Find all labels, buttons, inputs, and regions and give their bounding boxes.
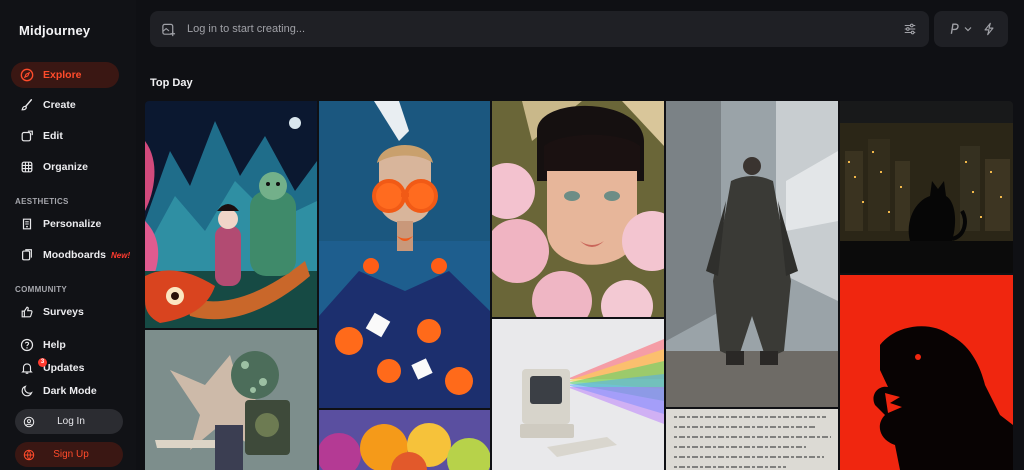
nav-label-edit: Edit (43, 130, 63, 142)
nav-label-surveys: Surveys (43, 306, 84, 318)
moon-icon (21, 385, 33, 397)
page-title: Top Day (150, 77, 193, 89)
nav-label-moodboards: Moodboards (43, 249, 106, 261)
user-icon (23, 416, 35, 427)
nav-label-updates: Updates (43, 362, 85, 374)
nav-item-dark-mode[interactable]: Dark Mode (11, 378, 119, 404)
updates-icon-wrap: 3 (20, 358, 47, 375)
sidebar: Midjourney Explore Create Edit Organize … (0, 0, 136, 470)
edit-image-icon (21, 130, 33, 142)
gallery-image-retro-computer[interactable] (492, 319, 664, 470)
add-image-icon[interactable] (161, 22, 176, 37)
red-beast-image (840, 275, 1013, 470)
prompt-bar (150, 11, 929, 47)
grid-icon (21, 161, 33, 173)
retro-computer-image (492, 319, 664, 470)
personalize-p-icon[interactable] (947, 22, 961, 36)
help-icon (20, 338, 34, 352)
updates-count-badge: 3 (38, 358, 47, 367)
nav-label-personalize: Personalize (43, 218, 102, 230)
handwritten-paper-image (666, 409, 838, 470)
palette-icon (22, 218, 32, 230)
nav-item-surveys[interactable]: Surveys (11, 299, 119, 325)
brush-icon (21, 99, 33, 111)
nav-item-explore[interactable]: Explore (11, 62, 119, 88)
nav-label-explore: Explore (43, 69, 82, 81)
nav-item-create[interactable]: Create (11, 92, 119, 118)
nav-item-personalize[interactable]: Personalize (11, 211, 119, 237)
image-gallery (145, 101, 1013, 470)
gallery-image-cat-city[interactable] (840, 101, 1013, 273)
bell-icon (21, 363, 33, 374)
section-label-aesthetics: AESTHETICS (15, 197, 69, 206)
settings-sliders-icon[interactable] (903, 22, 917, 36)
globe-icon (23, 449, 35, 460)
moodboard-icon (22, 249, 32, 261)
fashion-portrait-image (319, 101, 490, 408)
prompt-input[interactable] (187, 20, 867, 38)
gallery-image-flower-portrait[interactable] (492, 101, 664, 317)
nav-item-moodboards[interactable]: Moodboards New! (11, 242, 130, 268)
nav-label-dark-mode: Dark Mode (43, 385, 97, 397)
app-root: Midjourney Explore Create Edit Organize … (0, 0, 1024, 470)
section-label-community: COMMUNITY (15, 285, 68, 294)
nav-label-help: Help (43, 339, 66, 351)
creature-image (145, 330, 317, 470)
log-in-button[interactable]: Log In (15, 409, 123, 434)
gallery-image-red-beast[interactable] (840, 275, 1013, 470)
gallery-image-creature[interactable] (145, 330, 317, 470)
thumbs-up-icon (21, 306, 33, 318)
nav-label-organize: Organize (43, 161, 88, 173)
gallery-image-fantasy-boat[interactable] (145, 101, 317, 328)
compass-icon (20, 68, 34, 82)
gallery-image-handwritten-paper[interactable] (666, 409, 838, 470)
cloaked-figure-image (666, 101, 838, 407)
chevron-down-icon[interactable] (964, 25, 972, 33)
cat-city-image (840, 101, 1013, 273)
new-badge: New! (111, 250, 131, 260)
nav-item-edit[interactable]: Edit (11, 123, 119, 149)
gallery-image-spheres[interactable] (319, 410, 490, 470)
nav-item-organize[interactable]: Organize (11, 154, 119, 180)
flower-portrait-image (492, 101, 664, 317)
gallery-image-fashion-portrait[interactable] (319, 101, 490, 408)
mode-selector[interactable] (934, 11, 1008, 47)
brand-logo[interactable]: Midjourney (19, 23, 90, 38)
sign-up-button[interactable]: Sign Up (15, 442, 123, 467)
spheres-image (319, 410, 490, 470)
lightning-icon[interactable] (982, 22, 996, 36)
fantasy-boat-image (145, 101, 317, 328)
nav-label-create: Create (43, 99, 76, 111)
gallery-image-cloaked-figure[interactable] (666, 101, 838, 407)
